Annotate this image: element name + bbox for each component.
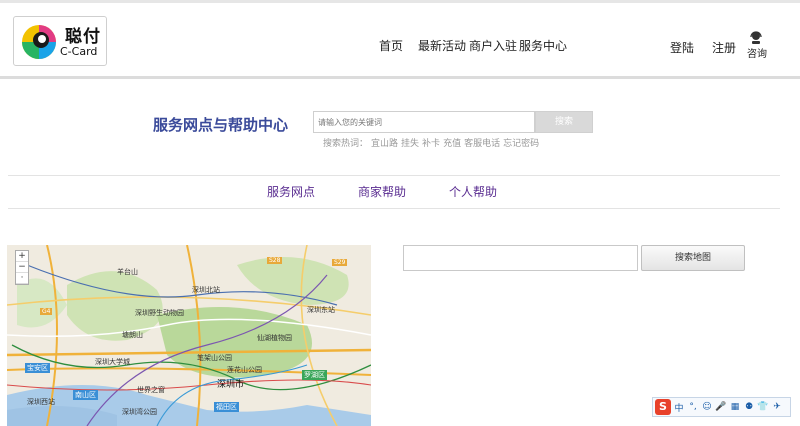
map-search-button[interactable]: 搜索地图 xyxy=(641,245,745,271)
map-district-baoan[interactable]: 宝安区 xyxy=(25,363,50,373)
zoom-level-icon[interactable]: · xyxy=(16,273,28,284)
page-title: 服务网点与帮助中心 xyxy=(153,116,289,134)
keyword-search-input[interactable]: 请输入您的关键词 xyxy=(313,111,535,133)
brand-name-en: C-Card xyxy=(60,45,98,58)
consult-headset-icon[interactable] xyxy=(749,30,763,44)
ime-mic-icon[interactable]: 🎤 xyxy=(715,402,727,412)
logo-mark-icon xyxy=(22,25,56,59)
hot-term[interactable]: 忘记密码 xyxy=(503,139,539,149)
brand-name-cn: 聪付 xyxy=(65,27,101,47)
register-link[interactable]: 注册 xyxy=(712,39,736,56)
ime-skin-icon[interactable]: 👕 xyxy=(757,402,769,412)
ime-toolbar[interactable]: S 中 °, ☺ 🎤 ▦ ⚉ 👕 ✈ xyxy=(652,397,791,417)
map-label: 深圳西站 xyxy=(27,398,55,406)
tabs-bottom-divider xyxy=(8,208,780,209)
nav-service-center[interactable]: 服务中心 xyxy=(519,37,567,54)
map-canvas xyxy=(7,245,371,426)
hot-term[interactable]: 补卡 xyxy=(422,139,440,149)
ime-emoji-icon[interactable]: ☺ xyxy=(701,402,713,412)
tab-merchant-help[interactable]: 商家帮助 xyxy=(358,183,406,200)
map-label: 塘朗山 xyxy=(122,331,143,339)
ime-user-icon[interactable]: ⚉ xyxy=(743,402,755,412)
nav-latest-activity[interactable]: 最新活动 xyxy=(418,37,466,54)
brand-logo[interactable]: 聪付 C-Card xyxy=(13,16,107,66)
nav-home[interactable]: 首页 xyxy=(379,37,403,54)
hot-term[interactable]: 挂失 xyxy=(401,139,419,149)
map-district-nanshan[interactable]: 南山区 xyxy=(73,390,98,400)
map-label: 羊台山 xyxy=(117,268,138,276)
hot-term[interactable]: 客服电话 xyxy=(464,139,500,149)
map-label: 深圳大学城 xyxy=(95,358,130,366)
map-road-tag: G4 xyxy=(40,308,53,315)
ime-punct-icon[interactable]: °, xyxy=(687,402,699,412)
map-zoom-control[interactable]: + − · xyxy=(15,250,29,285)
site-header: 聪付 C-Card 首页 最新活动 商户入驻 服务中心 登陆 注册 咨询 xyxy=(0,3,800,77)
login-link[interactable]: 登陆 xyxy=(670,39,694,56)
ime-logo-icon[interactable]: S xyxy=(655,399,671,415)
hot-search-label: 搜索热词： xyxy=(323,139,369,149)
tabs-top-divider xyxy=(8,175,780,176)
map-label: 莲花山公园 xyxy=(227,366,262,374)
zoom-in-icon[interactable]: + xyxy=(16,251,28,262)
zoom-out-icon[interactable]: − xyxy=(16,262,28,273)
ime-lang-toggle[interactable]: 中 xyxy=(673,401,685,414)
map-label: 仙湖植物园 xyxy=(257,334,292,342)
map-label: 深圳北站 xyxy=(192,286,220,294)
map-search-input[interactable] xyxy=(403,245,638,271)
map-label: 深圳东站 xyxy=(307,306,335,314)
header-divider xyxy=(0,76,800,79)
map-label: 深圳湾公园 xyxy=(122,408,157,416)
nav-merchant-join[interactable]: 商户入驻 xyxy=(469,37,517,54)
tab-service-outlets[interactable]: 服务网点 xyxy=(267,183,315,200)
consult-link[interactable]: 咨询 xyxy=(747,45,767,60)
hot-search-terms: 搜索热词： 宜山路 挂失 补卡 充值 客服电话 忘记密码 xyxy=(323,136,542,149)
ime-tools-icon[interactable]: ✈ xyxy=(771,402,783,412)
search-button[interactable]: 搜索 xyxy=(535,111,593,133)
map-label: 深圳野生动物园 xyxy=(135,309,184,317)
map-district-luohu[interactable]: 罗湖区 xyxy=(302,370,327,380)
ime-keyboard-icon[interactable]: ▦ xyxy=(729,402,741,412)
map-label: 笔架山公园 xyxy=(197,354,232,362)
map-label: 世界之窗 xyxy=(137,386,165,394)
map-road-tag: S29 xyxy=(332,259,348,266)
map-district-futian[interactable]: 福田区 xyxy=(214,402,239,412)
service-outlet-map[interactable]: + − · 羊台山 深圳北站 深圳野生动物园 深圳东站 塘朗山 仙湖植物园 笔架… xyxy=(7,245,371,426)
map-road-tag: S28 xyxy=(267,257,283,264)
tab-personal-help[interactable]: 个人帮助 xyxy=(449,183,497,200)
map-label-city: 深圳市 xyxy=(217,380,245,390)
hot-term[interactable]: 宜山路 xyxy=(371,139,398,149)
hot-term[interactable]: 充值 xyxy=(443,139,461,149)
